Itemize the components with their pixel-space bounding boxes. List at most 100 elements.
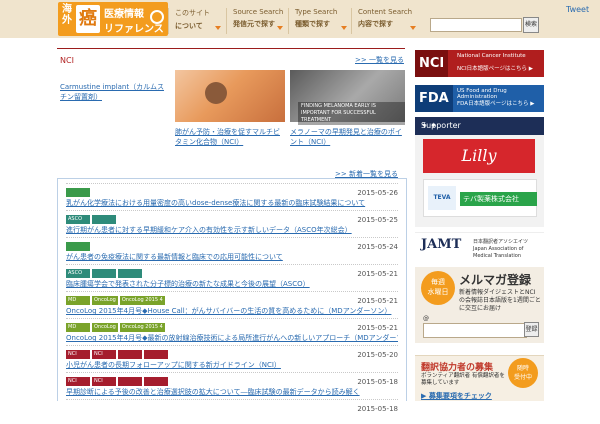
news-row: NCI NCI 2015-05-20 小児がん患者の長期フォローアップに関する新ガイド… — [66, 345, 398, 370]
news-tags: MD OncoLog OncoLog 2015 4 — [66, 323, 167, 332]
recruit-title: 翻訳協力者の募集 — [421, 363, 494, 373]
recruit-subtitle: ボランティア翻訳者 有償翻訳者を募集しています — [421, 373, 505, 386]
news-title-link[interactable]: OncoLog 2015年4月号◆最新の放射線治療技術による局所進行がんへの新し… — [66, 333, 398, 343]
tweet-link[interactable]: Tweet — [566, 5, 589, 14]
category-tag[interactable]: NCI — [66, 377, 90, 386]
fda-banner[interactable]: FDA US Food and Drug Administration FDA日… — [415, 85, 544, 112]
email-field[interactable] — [423, 323, 527, 338]
supporter-header: Supporter ✦ ✦ — [415, 117, 544, 135]
teva-mark: TEVA — [428, 186, 456, 210]
sparkle-icon: ✦ ✦ — [421, 121, 437, 130]
news-title-link[interactable]: がん患者の免疫療法に関する最新情報と臨床での応用可能性について — [66, 252, 398, 262]
category-tag[interactable]: NCI — [92, 350, 116, 359]
category-tag[interactable]: NCI — [66, 350, 90, 359]
news-tags: MD OncoLog OncoLog 2015 4 — [66, 296, 167, 305]
logo-title-1: 医療情報 — [104, 9, 144, 20]
category-tag[interactable]: NCI — [92, 377, 116, 386]
news-title-link[interactable]: 乳がん化学療法における用量密度の高いdose-dense療法に関する最新の臨床試… — [66, 198, 398, 208]
nav-source-search[interactable]: Source Search 発信元で探す — [226, 8, 287, 34]
news-row: NCI NCI 2015-05-18 早期診断による予後の改善と治療選択肢の拡大につい… — [66, 372, 398, 397]
category-tag[interactable]: OncoLog 2015 4 — [119, 323, 165, 332]
lilly-logo[interactable]: Lilly — [423, 139, 535, 173]
section-divider — [57, 48, 405, 49]
news-date: 2015-05-26 — [357, 189, 398, 197]
news-title-link[interactable]: 進行期がん患者に対する早期緩和ケア介入の有効性を示す新しいデータ（ASCO年次総… — [66, 225, 398, 235]
badge-line-1: 毎週 — [431, 278, 445, 286]
subscribe-button[interactable]: 登録 — [524, 322, 539, 337]
jamt-banner[interactable]: JAMT 日本翻訳者アソシエイツ Japan Association of Me… — [415, 232, 544, 263]
news-title-link[interactable]: 早期診断による予後の改善と治療選択肢の拡大について―臨床試験の最新データから読み… — [66, 387, 398, 397]
fda-banner-logo: FDA — [415, 85, 453, 112]
nav-source-label: Source Search — [233, 8, 284, 16]
category-tag[interactable]: OncoLog 2015 4 — [119, 296, 165, 305]
category-tag[interactable]: ASCO — [66, 269, 90, 278]
category-tag[interactable] — [118, 269, 142, 278]
search-button[interactable]: 検索 — [523, 17, 539, 33]
chevron-down-icon — [341, 26, 347, 30]
recruit-box[interactable]: 翻訳協力者の募集 ボランティア翻訳者 有償翻訳者を募集しています ▶ 募集要項を… — [415, 355, 544, 401]
category-tag[interactable]: MD — [66, 296, 90, 305]
nav-type-search[interactable]: Type Search 種類で探す — [288, 8, 351, 34]
article-photo-melanoma[interactable]: FINDING MELANOMA EARLY IS IMPORTANT FOR … — [290, 70, 405, 125]
supporter-box: Supporter ✦ ✦ Lilly TEVA テバ製薬株式会社 — [415, 117, 544, 227]
news-tags: NCI NCI — [66, 377, 170, 386]
more-link[interactable]: >> 一覧を見る — [355, 55, 404, 65]
mailmag-title: メルマガ登録 — [459, 273, 532, 287]
news-title-link[interactable]: 臨床腫瘍学会で発表された分子標的治療の新たな成果と今後の展望（ASCO） — [66, 279, 398, 289]
teva-name: テバ製薬株式会社 — [460, 192, 537, 206]
category-tag[interactable] — [118, 377, 142, 386]
news-date: 2015-05-18 — [357, 405, 398, 413]
category-tag[interactable] — [144, 377, 168, 386]
category-tag[interactable] — [144, 350, 168, 359]
fda-banner-link: FDA日本語版ページはこちら ▶ — [457, 101, 535, 107]
article-link-left[interactable]: Carmustine implant（カルムスチン留置剤） — [60, 82, 168, 102]
photo-caption-link[interactable]: メラノーマの早期発見と治療のポイント（NCI） — [290, 127, 405, 147]
nci-banner[interactable]: NCI National Cancer Institute NCI日本語版ページ… — [415, 50, 544, 77]
nav-about-label: このサイト — [175, 9, 210, 17]
category-tag[interactable] — [66, 242, 90, 251]
nav-type-label: Type Search — [295, 8, 338, 16]
news-row: MD OncoLog OncoLog 2015 4 2015-05-21 OncoLog… — [66, 318, 398, 343]
teva-logo[interactable]: TEVA テバ製薬株式会社 — [423, 179, 537, 217]
category-tag[interactable]: OncoLog — [92, 323, 118, 332]
news-tags: NCI NCI — [66, 350, 170, 359]
category-tag[interactable] — [92, 215, 116, 224]
mailmag-box: 毎週 水曜日 メルマガ登録 新着情報ダイジェストとNCIの会報誌日本語版を1週間… — [415, 267, 544, 343]
recruit-badge-line-2: 受付中 — [513, 374, 532, 381]
logo-kaigai: 海外 — [62, 4, 72, 26]
article-photo-family[interactable] — [175, 70, 285, 122]
news-title-link[interactable]: 小児がん患者の長期フォローアップに関する新ガイドライン（NCI） — [66, 360, 398, 370]
recruit-badge-line-1: 随時 — [516, 365, 529, 372]
category-tag[interactable]: OncoLog — [92, 296, 118, 305]
site-logo[interactable]: 海外 癌 医療情報 リファレンス — [58, 2, 168, 36]
news-row: 2015-05-24 がん患者の免疫療法に関する最新情報と臨床での応用可能性につい… — [66, 237, 398, 262]
nav-about[interactable]: このサイト について — [168, 8, 225, 34]
news-row: ASCO 2015-05-25 進行期がん患者に対する早期緩和ケア介入の有効性を示す… — [66, 210, 398, 235]
at-icon: @ — [423, 315, 429, 322]
news-date: 2015-05-21 — [357, 324, 398, 332]
category-tag[interactable] — [66, 188, 90, 197]
badge-line-2: 水曜日 — [427, 288, 449, 296]
jamt-logo: JAMT — [421, 237, 462, 252]
news-row: MD OncoLog OncoLog 2015 4 2015-05-21 OncoLog… — [66, 291, 398, 316]
section-label-nci: NCI — [60, 56, 74, 65]
news-title-link[interactable]: OncoLog 2015年4月号◆House Call：がんサバイバーの生活の質… — [66, 306, 398, 316]
nci-banner-link: NCI日本語版ページはこちら ▶ — [457, 66, 533, 72]
category-tag[interactable] — [118, 350, 142, 359]
search-input[interactable] — [430, 18, 522, 32]
category-tag[interactable]: ASCO — [66, 215, 90, 224]
logo-kan: 癌 — [76, 5, 100, 33]
category-tag[interactable] — [92, 269, 116, 278]
jamt-subtitle: 日本翻訳者アソシエイツ Japan Association of Medical… — [473, 239, 529, 259]
news-tags — [66, 242, 92, 251]
news-row: 2015-05-18 — [66, 399, 398, 424]
photo-caption-link[interactable]: 肺がん予防・治療を促すマルチビタミン化合物（NCI） — [175, 127, 285, 147]
category-tag[interactable]: MD — [66, 323, 90, 332]
nci-banner-title: National Cancer Institute — [457, 53, 526, 59]
news-date: 2015-05-21 — [357, 297, 398, 305]
weekly-badge: 毎週 水曜日 — [421, 271, 455, 305]
news-tags — [66, 188, 92, 197]
nav-content-label: Content Search — [358, 8, 413, 16]
nav-content-search[interactable]: Content Search 内容で探す — [351, 8, 420, 34]
recruit-badge: 随時 受付中 — [508, 358, 538, 388]
